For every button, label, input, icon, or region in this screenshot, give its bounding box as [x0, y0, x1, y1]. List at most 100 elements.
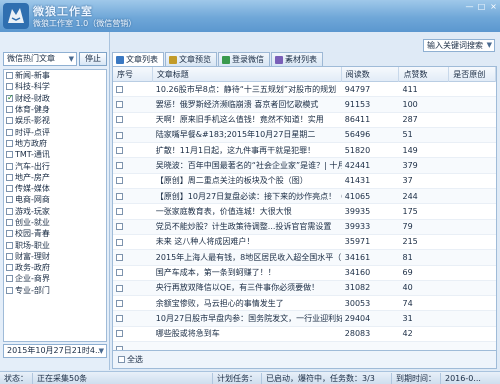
category-checkbox[interactable] — [6, 128, 13, 136]
table-row[interactable]: 罢惩！俄罗斯经济濒临崩溃 喜京者回忆歌模式 91153 100 — [113, 97, 496, 113]
category-item[interactable]: 专业-部门 — [4, 285, 106, 296]
category-item[interactable]: 游戏-玩家 — [4, 206, 106, 217]
table-row[interactable]: 天啊！原来旧手机这么值钱！竟然不知道！实用 86411 287 — [113, 113, 496, 128]
date-select[interactable]: 2015年10月27日21时4... ▼ — [3, 344, 107, 358]
select-all-checkbox[interactable] — [118, 356, 125, 363]
category-checkbox[interactable] — [6, 151, 13, 159]
table-row[interactable]: 10.26股市早8点：静待“十三五规划”对股市的规划 94797 411 — [113, 82, 496, 98]
category-item[interactable]: 地方政府 — [4, 138, 106, 149]
category-item[interactable]: TMT-通讯 — [4, 149, 106, 160]
row-title: 吴晓波：百年中国最著名的“社会企业家”是谁？| 十月纪念 — [155, 160, 342, 170]
table-row[interactable]: 未来 这八种人将成因难户！ 35971 215 — [113, 235, 496, 251]
stop-button[interactable]: 停止 — [79, 52, 107, 66]
column-header-title[interactable]: 文章标题 — [153, 67, 342, 82]
row-checkbox[interactable] — [116, 162, 123, 170]
category-checkbox[interactable] — [6, 207, 13, 215]
category-item[interactable]: 政务-政府 — [4, 262, 106, 273]
category-item[interactable]: 校园-青春 — [4, 228, 106, 239]
expire-date: 2016-0... — [445, 373, 481, 383]
row-checkbox[interactable] — [116, 330, 123, 338]
row-checkbox[interactable] — [116, 299, 123, 307]
category-checkbox[interactable] — [6, 230, 13, 238]
minimize-button[interactable]: — — [465, 2, 474, 11]
category-item[interactable]: 地产-房产 — [4, 172, 106, 183]
table-row[interactable]: 扩散！11月1日起，这九件事再干就是犯罪！ 51820 149 — [113, 143, 496, 159]
category-item[interactable]: 娱乐-影视 — [4, 115, 106, 126]
category-item[interactable]: 时评-点评 — [4, 126, 106, 137]
table-row[interactable]: 10月27日股市早盘内参：国务院发文，一行业迎利好 29404 31 — [113, 311, 496, 327]
table-row[interactable]: 吴晓波：百年中国最著名的“社会企业家”是谁？| 十月纪念 42441 379 — [113, 158, 496, 174]
category-checkbox[interactable] — [6, 139, 13, 147]
row-original — [449, 127, 496, 142]
category-checkbox[interactable] — [6, 162, 13, 170]
table-row[interactable]: 2015年上海人最有钱，8地区居民收入超全国水平（中国人3...34161 81 — [113, 250, 496, 266]
table-row[interactable]: 陆家嘴早餐&#183;2015年10月27日星期二 56496 51 — [113, 127, 496, 144]
category-checkbox[interactable] — [6, 286, 13, 294]
row-checkbox[interactable] — [116, 131, 123, 139]
category-checkbox[interactable] — [6, 219, 13, 226]
category-label: TMT-通讯 — [15, 150, 50, 160]
tab-article-list[interactable]: 文章列表 — [112, 52, 164, 66]
category-checkbox[interactable] — [6, 72, 13, 80]
category-item[interactable]: 职场-职业 — [4, 239, 106, 250]
maximize-button[interactable]: □ — [477, 2, 486, 11]
row-checkbox[interactable] — [116, 253, 123, 261]
close-button[interactable]: × — [489, 2, 498, 11]
category-checkbox[interactable] — [6, 93, 14, 102]
category-checkbox[interactable] — [6, 196, 13, 204]
row-checkbox[interactable] — [116, 100, 123, 108]
table-row[interactable]: 哪些股或将急到车 28083 42 — [113, 327, 496, 343]
row-checkbox[interactable] — [116, 223, 123, 231]
tab-article-preview[interactable]: 文章预览 — [165, 52, 217, 66]
column-header-no[interactable]: 序号 — [113, 67, 153, 82]
category-item[interactable]: 新闻-新事 — [4, 70, 106, 81]
tab-material-list[interactable]: 素材列表 — [271, 52, 323, 66]
row-read-count: 35971 — [344, 237, 371, 247]
category-item[interactable]: 创业-就业 — [4, 217, 106, 228]
table-row[interactable]: 【原创】10月27日复盘必读：接下来的炒作亮点！（附老揭...41065 244 — [113, 189, 496, 205]
column-header-original[interactable]: 是否原创 — [449, 67, 496, 82]
category-checkbox[interactable] — [6, 252, 13, 260]
category-item[interactable]: 科技-科学 — [4, 81, 106, 92]
row-checkbox[interactable] — [116, 208, 123, 216]
category-checkbox[interactable] — [6, 264, 13, 272]
category-checkbox[interactable] — [6, 173, 13, 181]
row-title — [153, 342, 342, 350]
category-checkbox[interactable] — [6, 83, 13, 91]
row-checkbox[interactable] — [116, 146, 123, 154]
column-header-read[interactable]: 阅读数 — [342, 67, 400, 82]
table-row[interactable]: 一张家庭教育表，价值连城！大很大恨 39935 175 — [113, 204, 496, 220]
category-checkbox[interactable] — [6, 275, 13, 283]
column-header-like[interactable]: 点赞数 — [399, 67, 450, 82]
category-item[interactable]: 汽车-出行 — [4, 160, 106, 171]
table-row[interactable]: 【原创】周二重点关注的板块及个股（图） 41431 37 — [113, 174, 496, 190]
table-row[interactable]: 国产车成本，第一条到蚵赚了！！ 34160 69 — [113, 266, 496, 281]
table-row[interactable]: 央行再放双降信以QE，有三件事你必须要做！ 31082 40 — [113, 280, 496, 297]
tab-wechat-login[interactable]: 登录微信 — [218, 52, 270, 66]
row-checkbox[interactable] — [116, 177, 123, 185]
row-checkbox[interactable] — [116, 284, 123, 292]
category-source-select[interactable]: 微信热门文章 ▼ — [3, 52, 77, 66]
table-row[interactable]: 党员不能炒股？计生政策待调整...投诉官官需设置 39933 79 — [113, 219, 496, 235]
category-item[interactable]: 电商-网商 — [4, 194, 106, 205]
table-row[interactable]: 余额宝惨败，马云担心的事情发生了 30053 74 — [113, 296, 496, 312]
category-checkbox[interactable] — [6, 106, 13, 114]
row-title: 天啊！原来旧手机这么值钱！竟然不知道！实用 — [155, 115, 324, 125]
category-item[interactable]: 财富-理财 — [4, 251, 106, 262]
row-checkbox[interactable] — [116, 116, 123, 124]
category-checkbox[interactable] — [6, 185, 13, 193]
category-item[interactable]: 财经-财政 — [4, 93, 106, 104]
category-checkbox[interactable] — [6, 241, 13, 249]
row-read-count — [342, 342, 400, 350]
keyword-search-input[interactable]: 输入关键词搜索 ▼ — [423, 39, 495, 52]
row-checkbox[interactable] — [116, 238, 123, 246]
table-row[interactable] — [113, 342, 496, 350]
category-item[interactable]: 企业-商界 — [4, 273, 106, 284]
category-item[interactable]: 体育-健身 — [4, 104, 106, 115]
row-checkbox[interactable] — [116, 85, 123, 93]
row-checkbox[interactable] — [116, 192, 123, 200]
row-checkbox[interactable] — [116, 315, 123, 323]
category-checkbox[interactable] — [6, 117, 13, 125]
row-checkbox[interactable] — [116, 269, 123, 277]
category-item[interactable]: 传媒-媒体 — [4, 183, 106, 194]
